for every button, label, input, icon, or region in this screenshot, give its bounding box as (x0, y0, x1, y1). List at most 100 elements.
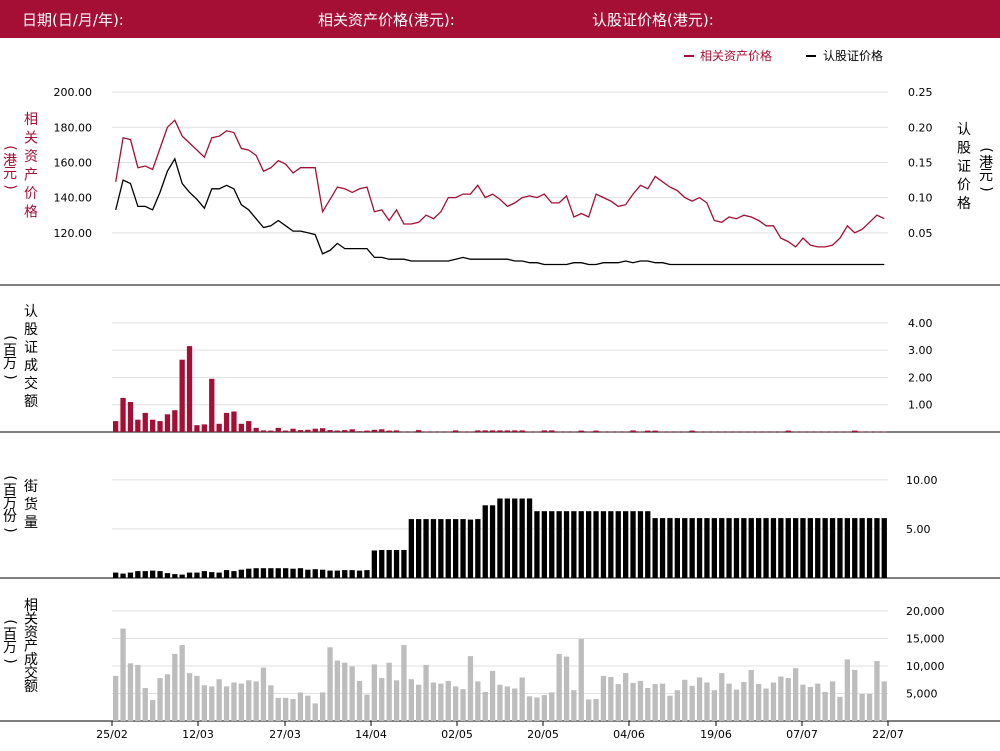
outstanding-axis-label-unit-char: ( (2, 475, 18, 480)
outstanding-bar (659, 518, 666, 578)
right-tick-label: 0.25 (908, 86, 933, 99)
warrant-turnover-bar (512, 430, 518, 432)
right-tick-label: 5,000 (906, 688, 938, 701)
underlying-turnover-bar (297, 692, 304, 721)
underlying-turnover-bar (763, 688, 769, 721)
warrant-turnover-bar (201, 424, 207, 432)
warrant-turnover-bar (541, 430, 547, 432)
right-axis-label-char: 认 (957, 122, 971, 138)
warrant-turnover-bar (216, 423, 222, 432)
underlying-turnover-bar (719, 673, 725, 721)
underlying-turnover-bar (320, 692, 326, 721)
turnover-axis-label-char: 股 (24, 322, 38, 338)
outstanding-bar (135, 571, 141, 578)
warrant-turnover-bar (711, 431, 717, 433)
warrant-turnover-bar (852, 430, 858, 432)
warrant-turnover-bar (881, 431, 887, 433)
warrant-turnover-bar (246, 421, 252, 432)
outstanding-bar (179, 574, 185, 578)
underlying-turnover-bar (231, 682, 237, 721)
underlying-turnover-bar (704, 682, 710, 721)
right-tick-label: 0.10 (908, 192, 933, 205)
warrant-turnover-bar (793, 431, 799, 433)
outstanding-axis-label-unit-char: ) (2, 527, 18, 532)
left-tick-label: 140.00 (54, 192, 93, 205)
underlying-price-line (115, 119, 885, 248)
underlying-turnover-bar (556, 653, 562, 721)
underlying-turnover-bar (260, 667, 267, 721)
warrant-turnover-bar (815, 431, 821, 433)
underlying-turnover-bar (113, 675, 119, 721)
turnover-axis-label-char: 认 (24, 304, 38, 320)
underlying-turnover-bar (475, 681, 481, 721)
warrant-turnover-bar (275, 427, 281, 432)
right-tick-label: 0.20 (908, 121, 933, 134)
underlying-turnover-bar (408, 679, 414, 721)
underlying-turnover-bar (748, 669, 754, 721)
underlying-turnover-bar (120, 628, 126, 721)
left-axis-label-char: 相 (24, 112, 38, 128)
underlying-turnover-bar (682, 679, 688, 722)
outstanding-bar (608, 511, 614, 578)
warrant-turnover-bar (652, 430, 658, 432)
warrant-turnover-bar (238, 423, 244, 432)
outstanding-bar (290, 568, 296, 578)
warrant-turnover-bar (430, 431, 437, 433)
warrant-turnover-bar (645, 430, 651, 432)
outstanding-bar (246, 568, 252, 578)
outstanding-bar (578, 511, 584, 578)
left-axis-label-char: 价 (24, 186, 38, 202)
underlying-turnover-bar (238, 683, 244, 721)
warrant-turnover-bar (719, 431, 725, 433)
outstanding-axis-label-char: 街 (24, 479, 38, 495)
warrant-turnover-bar (186, 346, 193, 432)
warrant-turnover-bar (829, 431, 836, 433)
outstanding-axis-label-char: 量 (24, 515, 38, 531)
x-tick-label: 04/06 (613, 728, 645, 741)
warrant-turnover-bar (526, 431, 533, 433)
outstanding-bar (829, 518, 836, 578)
outstanding-bar (349, 570, 355, 578)
outstanding-bar (711, 518, 717, 578)
outstanding-bar (881, 518, 887, 578)
outstanding-bar (408, 519, 414, 578)
outstanding-bar (541, 511, 547, 578)
outstanding-bar (726, 518, 732, 578)
outstanding-bar (741, 518, 747, 578)
outstanding-bar (467, 519, 474, 578)
outstanding-bar (704, 518, 710, 578)
underlying-turnover-bar (696, 677, 703, 721)
underlying-turnover-bar (741, 682, 747, 721)
outstanding-bar (763, 518, 769, 578)
underlying-turnover-bar (209, 686, 215, 721)
underlying-turnover-bar (312, 703, 318, 721)
outstanding-bar (120, 573, 126, 578)
outstanding-bar (401, 550, 407, 578)
underlying-turnover-bar (852, 669, 858, 721)
underlying-turnover-bar (549, 692, 555, 721)
underlying-turnover-bar (512, 688, 518, 721)
outstanding-bar (364, 570, 370, 578)
warrant-turnover-bar (320, 428, 326, 432)
outstanding-bar (600, 511, 607, 578)
warrant-turnover-bar (637, 431, 644, 433)
warrant-turnover-bar (179, 359, 185, 432)
outstanding-bar (320, 569, 326, 578)
underlying-turnover-bar (881, 681, 887, 721)
left-axis-label-unit-char: 元 (3, 166, 17, 182)
right-axis-label-char: 股 (957, 141, 971, 157)
outstanding-bar (549, 511, 555, 578)
underlying-turnover-bar (829, 681, 836, 721)
underlying-turnover-bar (541, 695, 547, 721)
underlying-turnover-bar (615, 684, 621, 721)
right-tick-label: 5.00 (906, 523, 931, 536)
outstanding-bar (793, 518, 799, 578)
underlying-turnover-bar (711, 690, 717, 721)
underlying-turnover-bar (652, 684, 658, 721)
right-tick-label: 1.00 (908, 399, 933, 412)
warrant-turnover-bar (223, 412, 230, 432)
x-tick-label: 25/02 (96, 728, 128, 741)
outstanding-bar (593, 511, 599, 578)
warrant-turnover-bar (305, 429, 311, 432)
outstanding-axis-label-unit-char: 份 (3, 509, 17, 525)
